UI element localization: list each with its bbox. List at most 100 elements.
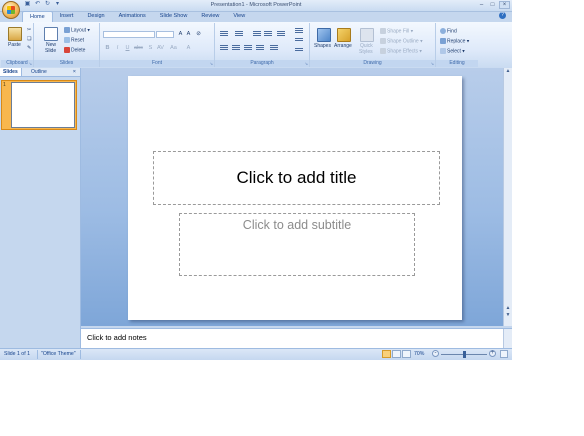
change-case-icon[interactable]: Aa: [170, 45, 177, 52]
grow-font-icon[interactable]: A: [177, 31, 184, 38]
font-name-combo[interactable]: [103, 31, 155, 38]
paste-button[interactable]: Paste: [8, 42, 21, 48]
clear-formatting-icon[interactable]: ⊘: [195, 31, 202, 38]
paragraph-launcher-icon[interactable]: ↘: [305, 61, 308, 66]
select-button[interactable]: Select ▾: [440, 48, 465, 54]
arrange-icon[interactable]: [337, 28, 351, 42]
underline-icon[interactable]: U: [124, 45, 131, 52]
slide-thumbnail[interactable]: [11, 82, 75, 128]
tab-view[interactable]: View: [226, 11, 252, 22]
shape-fill-button[interactable]: Shape Fill ▾: [380, 28, 413, 34]
columns-icon[interactable]: [270, 44, 278, 50]
tab-design[interactable]: Design: [80, 11, 111, 22]
zoom-level[interactable]: 70%: [414, 351, 424, 357]
font-launcher-icon[interactable]: ↘: [210, 61, 213, 66]
text-direction-icon[interactable]: [295, 27, 303, 33]
cut-icon[interactable]: ✂: [27, 27, 31, 33]
shape-effects-icon: [380, 48, 386, 54]
tab-slide-show[interactable]: Slide Show: [153, 11, 195, 22]
notes-scrollbar[interactable]: [503, 329, 512, 349]
numbering-icon[interactable]: [235, 30, 243, 36]
decrease-indent-icon[interactable]: [253, 30, 261, 36]
minimize-icon[interactable]: –: [477, 1, 486, 9]
strikethrough-icon[interactable]: abc: [134, 45, 143, 52]
help-icon[interactable]: ?: [499, 12, 506, 19]
tab-outline[interactable]: Outline: [28, 68, 50, 76]
tab-review[interactable]: Review: [194, 11, 226, 22]
zoom-out-icon[interactable]: -: [432, 350, 439, 357]
pane-close-icon[interactable]: ×: [73, 68, 76, 76]
previous-slide-icon[interactable]: ▲: [504, 305, 512, 312]
line-spacing-icon[interactable]: [277, 30, 285, 36]
font-color-icon[interactable]: A: [185, 45, 192, 52]
new-slide-button-line2[interactable]: Slide: [45, 48, 56, 54]
shape-fill-label: Shape Fill: [387, 28, 410, 35]
shape-effects-label: Shape Effects: [387, 48, 419, 55]
close-icon[interactable]: ×: [499, 1, 510, 9]
fit-to-window-icon[interactable]: [500, 350, 508, 358]
justify-icon[interactable]: [256, 44, 264, 50]
reset-icon: [64, 37, 70, 43]
layout-button[interactable]: Layout ▾: [64, 27, 90, 33]
clipboard-launcher-icon[interactable]: ↘: [29, 61, 32, 66]
paragraph-group: Paragraph ↘: [215, 23, 310, 67]
ribbon-tabs: Home Insert Design Animations Slide Show…: [22, 11, 252, 23]
shapes-icon[interactable]: [317, 28, 331, 42]
slides-group-label: Slides: [34, 60, 99, 67]
shape-effects-button[interactable]: Shape Effects ▾: [380, 48, 422, 54]
replace-button[interactable]: Replace ▾: [440, 38, 469, 44]
find-button[interactable]: Find: [440, 28, 457, 34]
italic-icon[interactable]: I: [114, 45, 121, 52]
quick-styles-button-line2[interactable]: Styles: [359, 49, 373, 55]
scroll-up-icon[interactable]: ▲: [504, 68, 512, 75]
reset-button[interactable]: Reset: [64, 37, 84, 43]
align-center-icon[interactable]: [232, 44, 240, 50]
shape-outline-button[interactable]: Shape Outline ▾: [380, 38, 423, 44]
subtitle-placeholder-text: Click to add subtitle: [242, 218, 352, 232]
copy-icon[interactable]: ❏: [27, 36, 31, 42]
select-label: Select: [447, 48, 461, 55]
subtitle-placeholder[interactable]: Click to add subtitle: [179, 213, 415, 276]
bold-icon[interactable]: B: [104, 45, 111, 52]
new-slide-icon[interactable]: [44, 27, 58, 41]
zoom-in-icon[interactable]: +: [489, 350, 496, 357]
zoom-slider-thumb[interactable]: [462, 351, 466, 358]
character-spacing-icon[interactable]: AV: [157, 45, 164, 52]
paste-icon[interactable]: [8, 27, 22, 41]
tab-insert[interactable]: Insert: [53, 11, 81, 22]
slide-sorter-view-icon[interactable]: [392, 350, 401, 358]
align-right-icon[interactable]: [244, 44, 252, 50]
next-slide-icon[interactable]: ▼: [504, 312, 512, 319]
find-icon: [440, 28, 446, 34]
pane-tabs: Slides Outline ×: [0, 68, 80, 77]
quick-styles-icon[interactable]: [360, 28, 374, 42]
tab-slides[interactable]: Slides: [0, 68, 22, 76]
align-text-icon[interactable]: [295, 37, 303, 43]
vertical-scrollbar[interactable]: ▲ ▲ ▼: [503, 68, 512, 326]
shapes-button[interactable]: Shapes: [314, 43, 331, 49]
arrange-button[interactable]: Arrange: [334, 43, 352, 49]
slide-canvas[interactable]: Click to add title Click to add subtitle: [128, 76, 462, 320]
format-painter-icon[interactable]: ✎: [27, 45, 31, 51]
office-button[interactable]: [2, 1, 20, 19]
slide-show-view-icon[interactable]: [402, 350, 411, 358]
shape-outline-label: Shape Outline: [387, 38, 419, 45]
font-size-combo[interactable]: [156, 31, 174, 38]
maximize-icon[interactable]: □: [488, 1, 497, 9]
bullets-icon[interactable]: [220, 30, 228, 36]
theme-name: "Office Theme": [41, 351, 76, 357]
align-left-icon[interactable]: [220, 44, 228, 50]
slide-counter: Slide 1 of 1: [4, 351, 30, 357]
title-placeholder[interactable]: Click to add title: [153, 151, 440, 205]
shrink-font-icon[interactable]: A: [185, 31, 192, 38]
delete-button[interactable]: Delete: [64, 47, 85, 53]
shadow-icon[interactable]: S: [147, 45, 154, 52]
status-bar: Slide 1 of 1 "Office Theme" 70% - +: [0, 348, 512, 360]
tab-animations[interactable]: Animations: [112, 11, 153, 22]
increase-indent-icon[interactable]: [264, 30, 272, 36]
smartart-icon[interactable]: [295, 47, 303, 53]
window-title: Presentation1 - Microsoft PowerPoint: [210, 2, 302, 8]
drawing-launcher-icon[interactable]: ↘: [431, 61, 434, 66]
normal-view-icon[interactable]: [382, 350, 391, 358]
notes-pane[interactable]: Click to add notes: [81, 328, 512, 349]
